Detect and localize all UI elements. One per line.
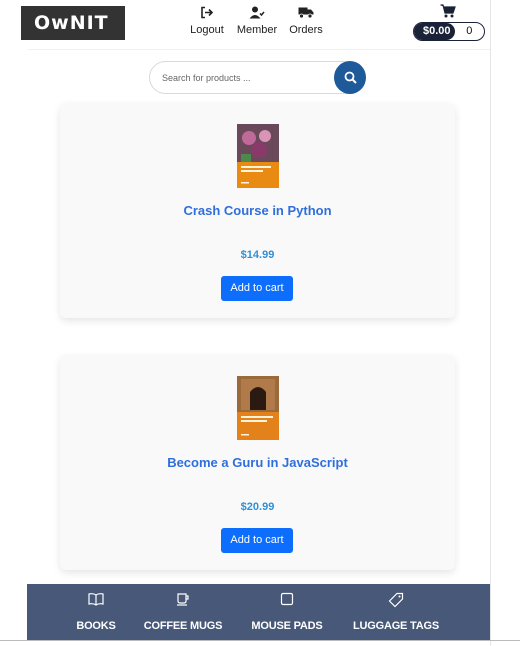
cart[interactable]: $0.00 0 xyxy=(413,4,485,41)
truck-icon xyxy=(298,7,314,19)
content-edge xyxy=(490,0,491,646)
add-to-cart-button[interactable]: Add to cart xyxy=(221,528,293,553)
user-icon xyxy=(249,6,265,19)
category-label: MOUSE PADS xyxy=(251,620,323,632)
tag-icon xyxy=(388,592,404,608)
nav-member[interactable]: Member xyxy=(234,4,280,36)
shopping-cart-icon xyxy=(440,4,456,18)
search-bar xyxy=(149,61,366,94)
search-icon xyxy=(344,71,357,84)
product-card: Become a Guru in JavaScript $20.99 Add t… xyxy=(60,355,455,570)
square-icon xyxy=(280,592,294,606)
logout-icon xyxy=(201,6,214,19)
product-title[interactable]: Become a Guru in JavaScript xyxy=(60,455,455,470)
category-label: LUGGAGE TAGS xyxy=(352,620,439,632)
book-cover-image[interactable] xyxy=(237,124,279,188)
cart-count: 0 xyxy=(466,25,473,37)
category-coffee-mugs[interactable]: COFFEE MUGS xyxy=(139,584,227,640)
mug-icon xyxy=(177,593,189,606)
header: OwNIT Logout Member Orders $0.00 0 xyxy=(0,0,490,50)
book-cover-image[interactable] xyxy=(237,376,279,440)
book-icon xyxy=(88,593,104,606)
bottom-divider xyxy=(0,640,520,641)
nav-logout-label: Logout xyxy=(190,24,224,36)
product-title[interactable]: Crash Course in Python xyxy=(60,203,455,218)
category-label: COFFEE MUGS xyxy=(143,620,223,632)
nav-logout[interactable]: Logout xyxy=(186,4,228,36)
nav-orders-label: Orders xyxy=(289,24,323,36)
page: OwNIT Logout Member Orders $0.00 0 Searc… xyxy=(0,0,520,646)
product-price: $14.99 xyxy=(240,249,275,261)
category-mouse-pads[interactable]: MOUSE PADS xyxy=(247,584,327,640)
category-luggage-tags[interactable]: LUGGAGE TAGS xyxy=(349,584,443,640)
search-input[interactable] xyxy=(149,61,349,94)
cart-summary[interactable]: $0.00 0 xyxy=(413,22,485,41)
nav-member-label: Member xyxy=(236,24,278,36)
category-label: BOOKS xyxy=(76,620,116,632)
category-bar: BOOKS COFFEE MUGS MOUSE PADS LUGGAGE TAG… xyxy=(27,584,490,640)
cart-total: $0.00 xyxy=(414,23,455,40)
category-books[interactable]: BOOKS xyxy=(67,584,125,640)
add-to-cart-button[interactable]: Add to cart xyxy=(221,276,293,301)
nav-orders[interactable]: Orders xyxy=(285,4,327,36)
logo[interactable]: OwNIT xyxy=(21,6,125,40)
product-card: Crash Course in Python $14.99 Add to car… xyxy=(60,103,455,318)
header-divider xyxy=(28,49,490,50)
search-button[interactable] xyxy=(334,61,366,94)
product-price: $20.99 xyxy=(240,501,275,513)
